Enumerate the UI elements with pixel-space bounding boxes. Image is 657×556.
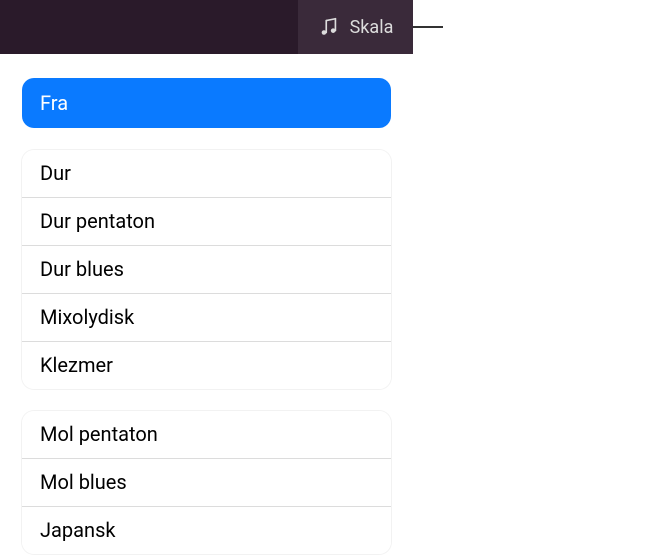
scale-option-label: Mol blues [40, 470, 127, 494]
scale-option-label: Mixolydisk [40, 305, 134, 329]
scale-option-dur-blues[interactable]: Dur blues [22, 246, 391, 294]
selected-section: Fra [22, 78, 391, 128]
scale-option-label: Dur [40, 161, 71, 185]
scale-button[interactable]: Skala [298, 0, 413, 54]
scale-option-mixolydisk[interactable]: Mixolydisk [22, 294, 391, 342]
scale-option-klezmer[interactable]: Klezmer [22, 342, 391, 389]
music-notes-icon [318, 16, 340, 38]
scale-option-label: Mol pentaton [40, 422, 158, 446]
major-scales-section: Dur Dur pentaton Dur blues Mixolydisk Kl… [22, 150, 391, 389]
scale-panel: Fra Dur Dur pentaton Dur blues Mixolydis… [0, 54, 413, 554]
top-bar: Skala [0, 0, 413, 54]
scale-option-dur[interactable]: Dur [22, 150, 391, 198]
scale-group: Mol pentaton Mol blues Japansk [22, 411, 391, 554]
scale-option-label: Japansk [40, 518, 116, 542]
scale-option-label: Dur pentaton [40, 209, 155, 233]
scale-option-label: Dur blues [40, 257, 124, 281]
scale-option-mol-pentaton[interactable]: Mol pentaton [22, 411, 391, 459]
scale-option-japansk[interactable]: Japansk [22, 507, 391, 554]
callout-line [413, 26, 443, 28]
scale-group: Dur Dur pentaton Dur blues Mixolydisk Kl… [22, 150, 391, 389]
scale-option-label: Klezmer [40, 353, 113, 377]
scale-button-label: Skala [350, 17, 394, 38]
scale-option-mol-blues[interactable]: Mol blues [22, 459, 391, 507]
minor-scales-section: Mol pentaton Mol blues Japansk [22, 411, 391, 554]
scale-option-off[interactable]: Fra [22, 78, 391, 128]
scale-option-label: Fra [40, 91, 68, 115]
scale-option-dur-pentaton[interactable]: Dur pentaton [22, 198, 391, 246]
